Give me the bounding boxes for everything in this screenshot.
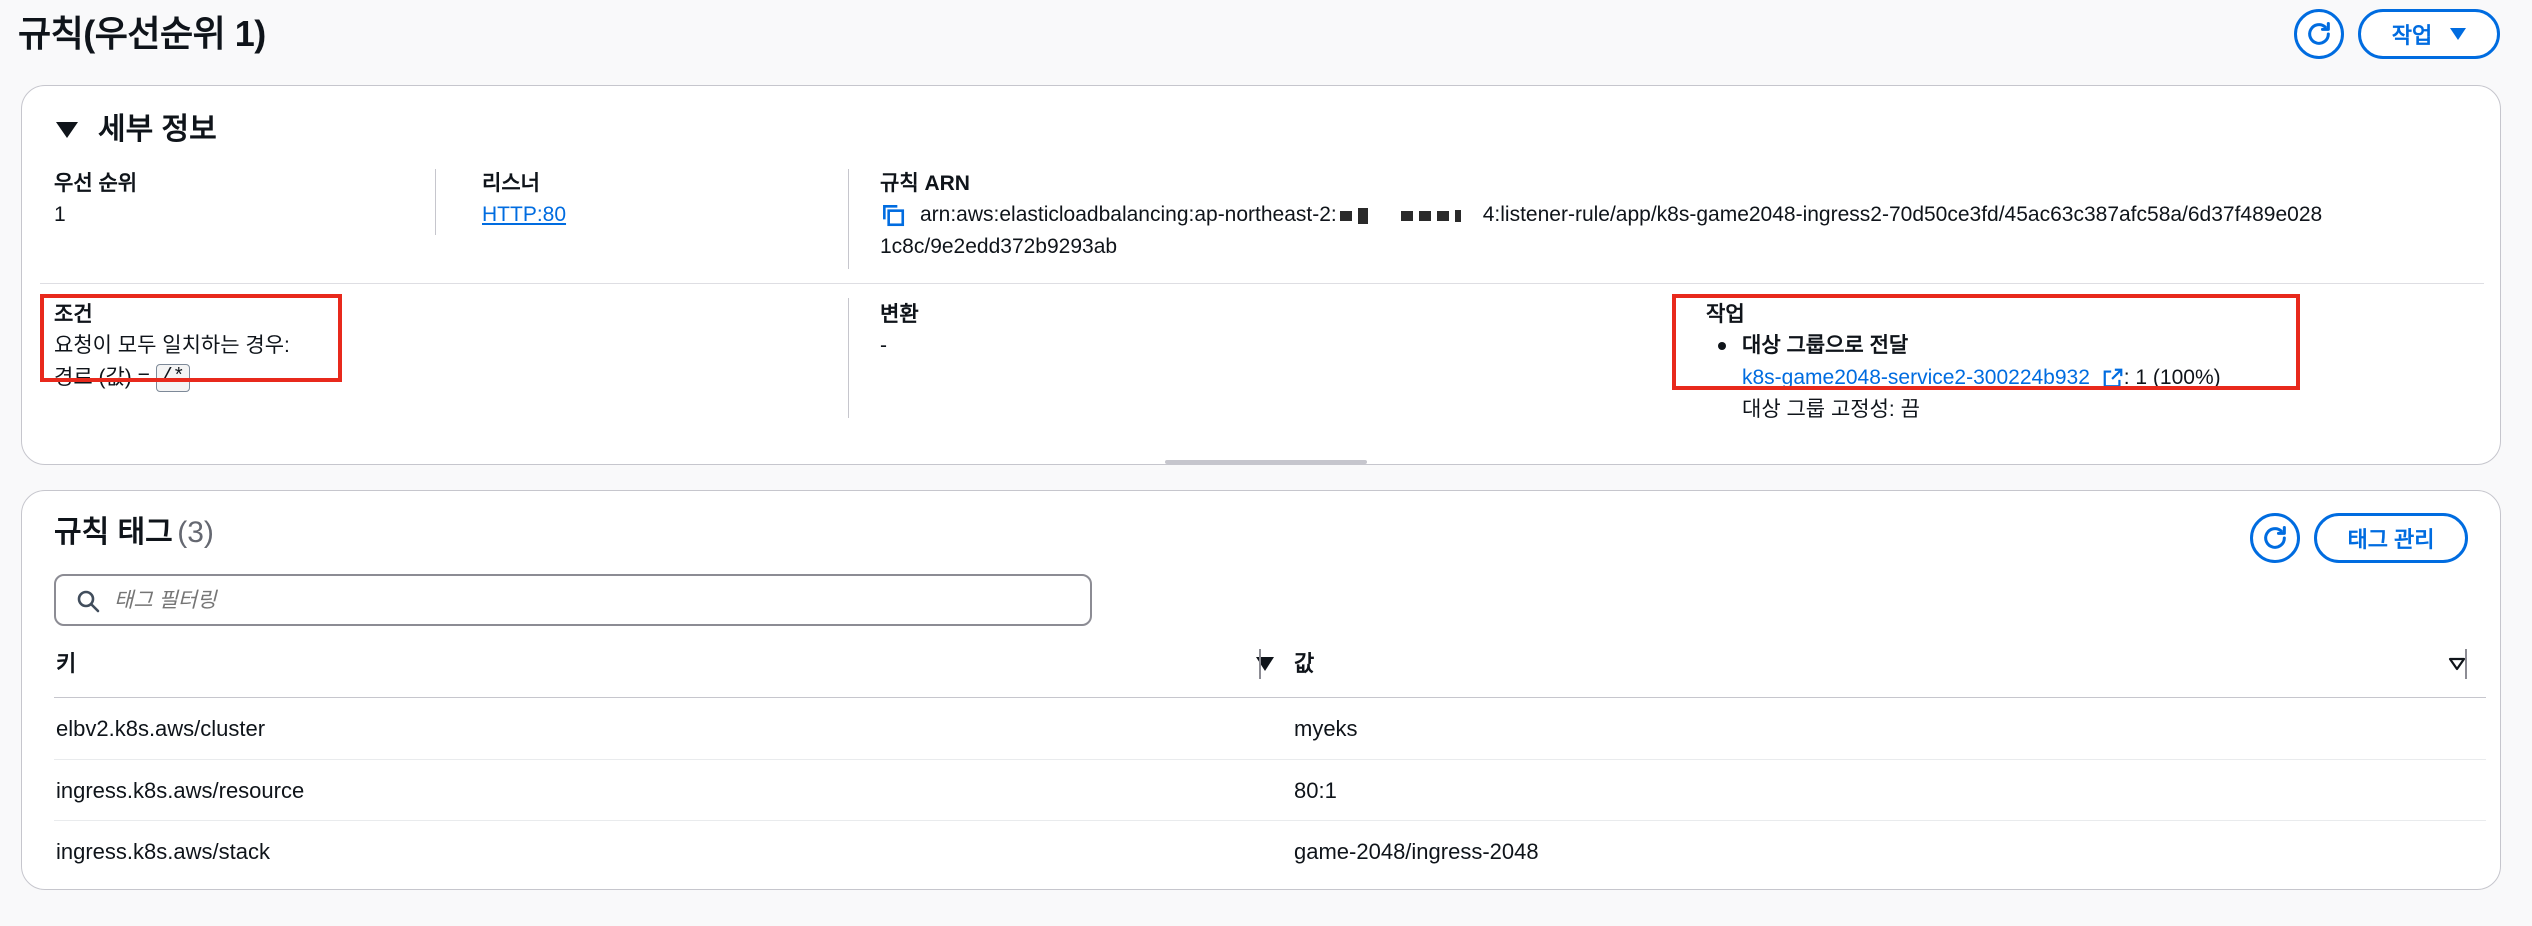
caret-down-icon [56,122,78,138]
panel-resize-handle[interactable] [1165,460,1367,464]
tags-panel: 규칙 태그 (3) 태그 관리 키 값 [21,490,2501,890]
manage-tags-label: 태그 관리 [2347,527,2435,552]
tag-filter-search[interactable] [54,574,1092,626]
tag-value: 80:1 [1294,778,1337,803]
rule-arn-value-line2: 1c8c/9e2edd372b9293ab [880,235,1118,259]
refresh-icon [2308,21,2330,45]
copy-icon[interactable] [880,202,906,228]
column-header-value[interactable]: 값 [1294,649,2466,679]
sort-unsorted-icon[interactable] [2448,657,2466,671]
listener-label: 리스너 [482,172,540,195]
details-section-toggle[interactable]: 세부 정보 [56,110,217,150]
rule-arn-prefix: arn:aws:elasticloadbalancing:ap-northeas… [920,203,1337,226]
priority-label: 우선 순위 [54,172,138,195]
actions-dropdown-button[interactable]: 작업 [2358,9,2500,59]
manage-tags-button[interactable]: 태그 관리 [2314,513,2468,563]
table-row: ingress.k8s.aws/stack game-2048/ingress-… [54,821,2486,882]
transform-field: 변환 - [880,300,919,362]
tag-value: game-2048/ingress-2048 [1294,839,1539,864]
page-title: 규칙(우선순위 1) [18,13,266,54]
details-panel: 세부 정보 우선 순위 1 리스너 HTTP:80 규칙 ARN arn:aws… [21,85,2501,465]
table-row: ingress.k8s.aws/resource 80:1 [54,760,2486,821]
priority-field: 우선 순위 1 [54,169,137,231]
column-header-key-label: 키 [56,651,77,676]
refresh-button[interactable] [2294,9,2344,59]
tags-count: (3) [177,516,214,549]
tag-value: myeks [1294,716,1358,741]
details-section-title: 세부 정보 [98,113,217,146]
table-row: elbv2.k8s.aws/cluster myeks [54,699,2486,760]
redacted-account-id [1337,199,1483,231]
listener-field: 리스너 HTTP:80 [482,169,566,231]
highlight-box-action [1672,294,2300,390]
column-divider [848,298,849,418]
column-divider [848,169,849,269]
row-divider [40,283,2484,284]
rule-detail-page: 규칙(우선순위 1) 작업 세부 정보 우선 순위 1 리스너 HTTP:80 … [0,0,2532,926]
column-resizer[interactable] [2465,649,2467,679]
refresh-icon [2264,525,2286,549]
actions-button-label: 작업 [2391,23,2433,48]
rule-arn-value: arn:aws:elasticloadbalancing:ap-northeas… [880,199,2490,231]
column-resizer[interactable] [1259,649,1261,679]
search-icon [77,590,100,613]
rule-arn-suffix: 4:listener-rule/app/k8s-game2048-ingress… [1482,203,2323,226]
highlight-box-conditions [40,294,342,382]
tag-key: ingress.k8s.aws/stack [56,839,270,864]
column-header-key[interactable]: 키 [56,649,1274,679]
column-header-value-label: 값 [1294,651,1315,676]
column-divider [435,169,436,235]
target-group-stickiness: 대상 그룹 고정성: 끔 [1742,398,1920,421]
tag-filter-input[interactable] [114,584,1074,618]
listener-link[interactable]: HTTP:80 [482,199,566,231]
rule-arn-field: 규칙 ARN arn:aws:elasticloadbalancing:ap-n… [880,169,2490,263]
rule-arn-label: 규칙 ARN [880,172,970,195]
tags-heading: 규칙 태그 (3) [54,513,214,553]
tags-title: 규칙 태그 [54,516,173,549]
caret-down-icon [2450,28,2467,40]
tags-refresh-button[interactable] [2250,513,2300,563]
tag-key: ingress.k8s.aws/resource [56,778,305,803]
priority-value: 1 [54,203,66,226]
transform-value: - [880,334,887,357]
transform-label: 변환 [880,303,919,326]
tag-key: elbv2.k8s.aws/cluster [56,716,266,741]
table-header-divider [54,697,2486,698]
